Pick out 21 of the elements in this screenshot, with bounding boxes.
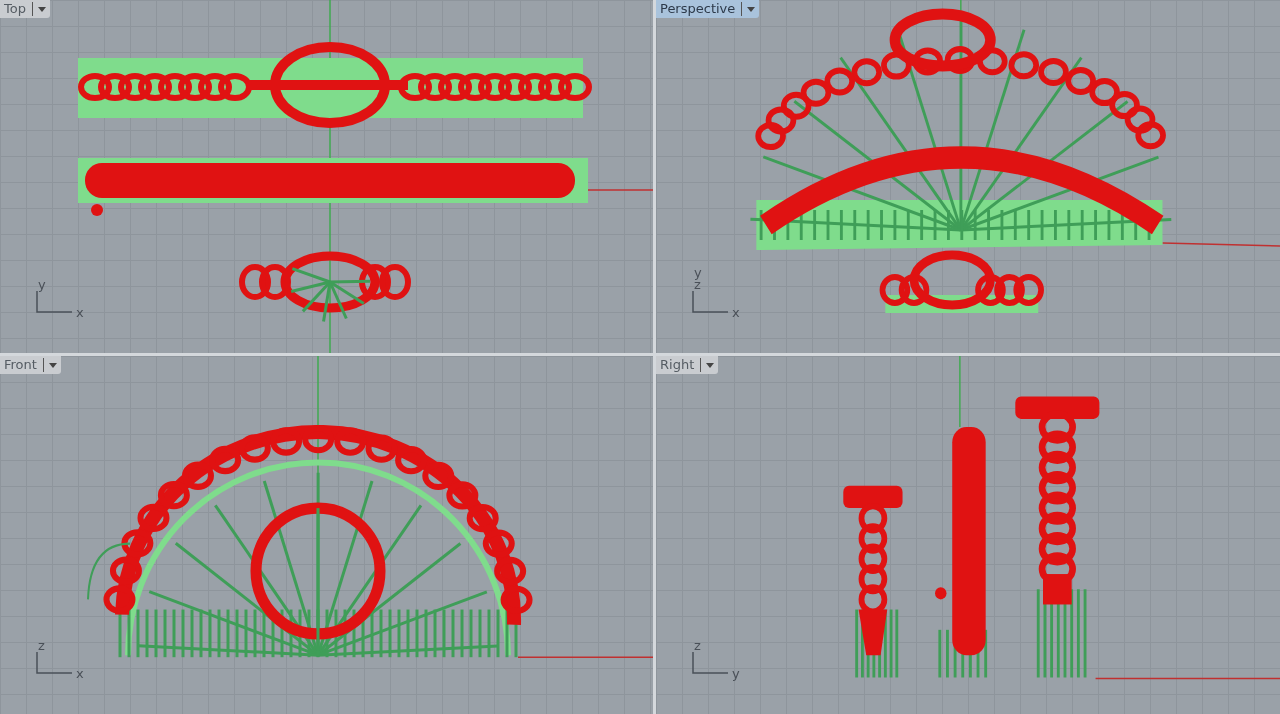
axis-label: x xyxy=(75,668,84,680)
viewport-tab[interactable]: Top xyxy=(0,0,50,18)
axis-label: z xyxy=(37,640,45,652)
caret-icon[interactable] xyxy=(700,357,716,372)
caret-icon[interactable] xyxy=(741,1,757,16)
axis-label: y xyxy=(37,279,46,291)
caret-icon[interactable] xyxy=(31,1,47,16)
axis-label: z xyxy=(693,640,701,652)
viewport-tab[interactable]: Right xyxy=(656,356,719,374)
axis-label: x xyxy=(75,307,84,319)
axis-icon xyxy=(36,291,72,313)
viewport-tab[interactable]: Front xyxy=(0,356,61,374)
axis-label: x xyxy=(731,307,740,319)
axis-icon xyxy=(36,652,72,674)
caret-icon[interactable] xyxy=(42,357,58,372)
axis-label: z xyxy=(693,279,701,291)
axis-icon xyxy=(692,652,728,674)
axis-label: y xyxy=(693,267,702,279)
axis-label: y xyxy=(731,668,740,680)
axis-icon xyxy=(692,291,728,313)
viewport-tab[interactable]: Perspective xyxy=(656,0,760,18)
